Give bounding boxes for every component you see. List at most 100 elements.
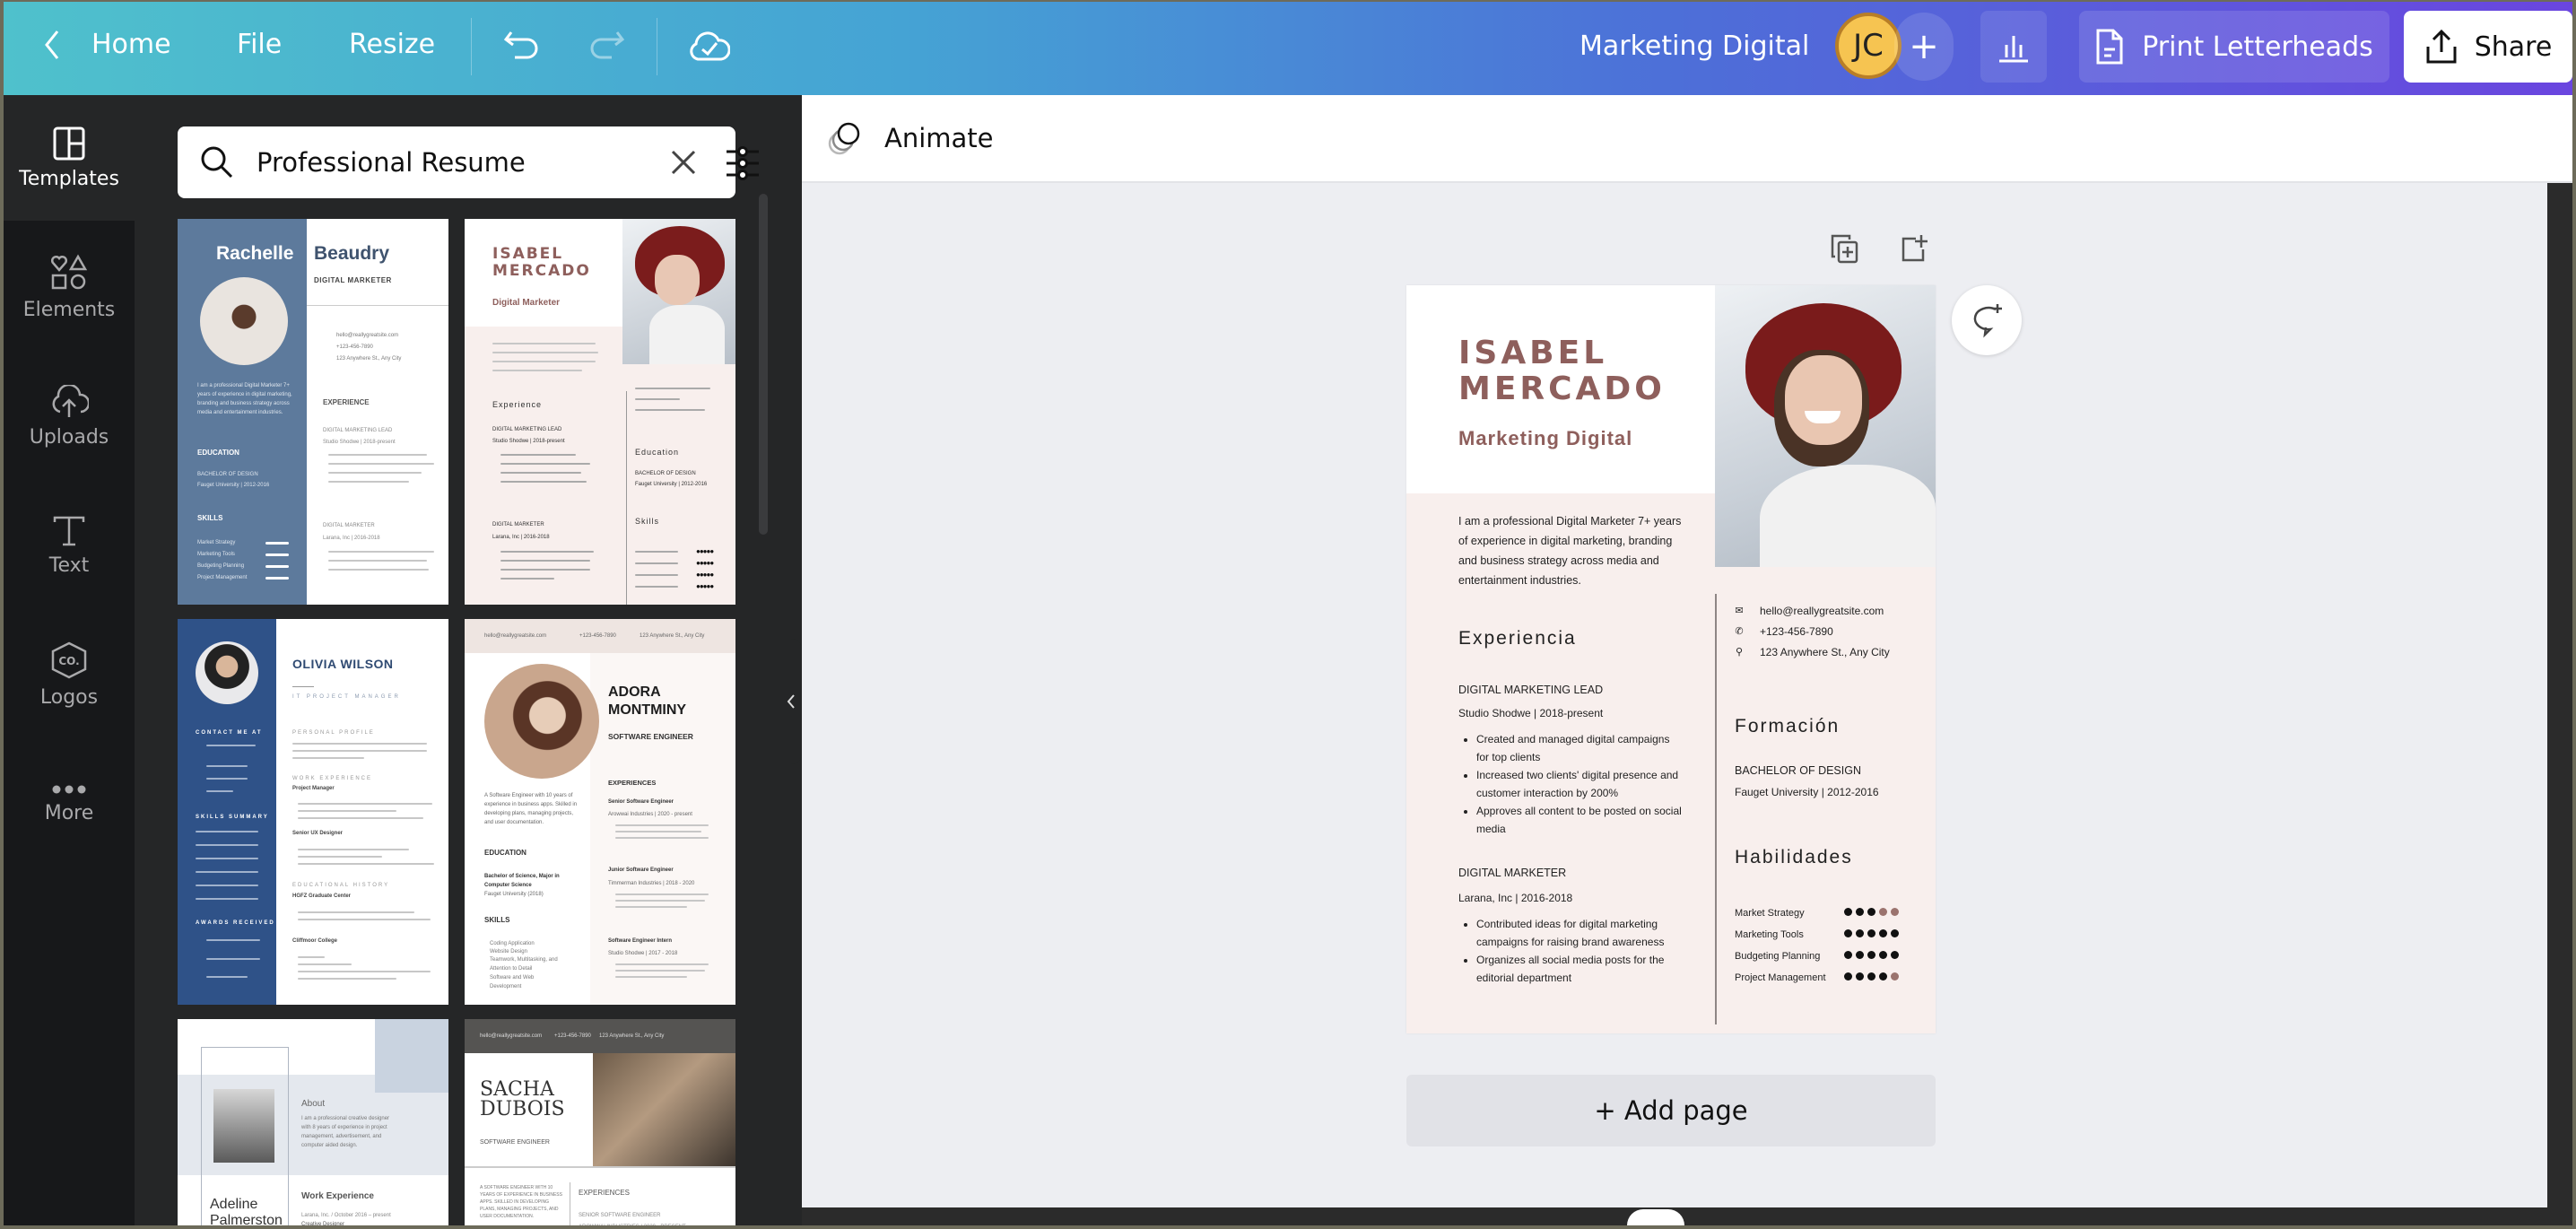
sidebar-label: Templates (19, 167, 119, 190)
add-page-icon[interactable] (1900, 233, 1930, 264)
text-icon (53, 516, 85, 545)
template-photo (484, 664, 599, 779)
rating-dot (1867, 929, 1875, 937)
sidebar-item-text[interactable]: Text (4, 483, 135, 608)
rating-dot (1891, 908, 1899, 916)
skill-rating (1844, 908, 1899, 916)
resume-role[interactable]: Marketing Digital (1458, 427, 1632, 450)
template-photo (622, 219, 735, 364)
resume-page[interactable]: ISABEL MERCADO Marketing Digital I am a … (1406, 285, 1936, 1033)
experience-heading[interactable]: Experiencia (1458, 628, 1577, 649)
rating-dot (1867, 972, 1875, 981)
skill-row: Market Strategy (1735, 902, 1923, 924)
degree[interactable]: BACHELOR OF DESIGN (1735, 764, 1861, 777)
templates-panel: Rachelle Beaudry DIGITAL MARKETER hello@… (135, 95, 780, 1225)
job-title[interactable]: DIGITAL MARKETER (1458, 867, 1566, 879)
comment-plus-icon (1973, 304, 2002, 338)
sidebar-label: Uploads (29, 425, 109, 449)
back-button[interactable] (43, 29, 61, 61)
resume-bio[interactable]: I am a professional Digital Marketer 7+ … (1458, 511, 1683, 590)
rating-dot (1844, 951, 1852, 959)
envelope-icon: ✉ (1735, 606, 1744, 616)
sidebar-item-elements[interactable]: Elements (4, 224, 135, 350)
share-label: Share (2474, 31, 2553, 63)
rating-dot (1879, 951, 1887, 959)
template-card[interactable]: hello@reallygreatsite.com +123-456-7890 … (465, 619, 735, 1005)
add-collaborator-button[interactable]: + (1894, 13, 1954, 81)
column-divider (1715, 594, 1717, 1024)
template-photo (196, 641, 258, 704)
clear-search-icon[interactable] (669, 148, 698, 177)
contact-info[interactable]: ✉ hello@reallygreatsite.com ✆ +123-456-789… (1735, 601, 1890, 663)
rating-dot (1856, 929, 1864, 937)
template-photo (200, 277, 288, 365)
collapse-panel-button[interactable] (780, 639, 802, 764)
redo-button[interactable] (587, 27, 626, 66)
sidebar-label: Text (48, 553, 90, 577)
job-title[interactable]: DIGITAL MARKETING LEAD (1458, 684, 1603, 696)
insights-button[interactable] (1980, 11, 2047, 83)
template-card[interactable]: OLIVIA WILSON IT PROJECT MANAGER CONTACT… (178, 619, 448, 1005)
duplicate-page-icon[interactable] (1830, 233, 1860, 264)
add-page-button[interactable]: + Add page (1406, 1075, 1936, 1146)
template-card[interactable]: Rachelle Beaudry DIGITAL MARKETER hello@… (178, 219, 448, 605)
template-card[interactable]: hello@reallygreatsite.com +123-456-7890 … (465, 1019, 735, 1225)
rating-dot (1879, 908, 1887, 916)
share-button[interactable]: Share (2404, 11, 2572, 83)
rating-dot (1891, 929, 1899, 937)
skills-heading[interactable]: Habilidades (1735, 847, 1853, 868)
contact-email: ✉ hello@reallygreatsite.com (1735, 601, 1890, 622)
skills-list[interactable]: Market Strategy Marketing Tools Budgeting … (1735, 902, 1923, 989)
print-letterheads-button[interactable]: Print Letterheads (2079, 11, 2389, 83)
share-upload-icon (2426, 29, 2457, 64)
sidebar-item-more[interactable]: More (4, 741, 135, 867)
job-company[interactable]: Larana, Inc | 2016-2018 (1458, 892, 1572, 904)
template-first-name: Rachelle (216, 243, 294, 264)
rating-dot (1856, 972, 1864, 981)
svg-text:CO.: CO. (58, 655, 79, 667)
add-comment-button[interactable] (1952, 285, 2022, 355)
undo-icon (503, 31, 538, 59)
location-pin-icon: ⚲ (1735, 647, 1744, 658)
upload-cloud-icon (52, 384, 89, 417)
template-card[interactable]: ISABEL MERCADO Digital Marketer Experien… (465, 219, 735, 605)
job-bullets[interactable]: Created and managed digital campaigns fo… (1458, 730, 1683, 838)
animate-button[interactable]: Animate (825, 118, 994, 158)
divider (471, 18, 472, 75)
user-avatar[interactable]: JC (1835, 13, 1902, 79)
resume-name[interactable]: ISABEL MERCADO (1458, 336, 1666, 407)
rating-dot (1856, 951, 1864, 959)
undo-button[interactable] (502, 27, 542, 66)
resize-button[interactable]: Resize (349, 29, 435, 60)
bullet-item: Created and managed digital campaigns fo… (1476, 730, 1683, 766)
chevron-left-icon (787, 694, 795, 709)
bullet-item: Increased two clients' digital presence … (1476, 766, 1683, 802)
panel-scrollbar[interactable] (759, 194, 768, 535)
job-company[interactable]: Studio Shodwe | 2018-present (1458, 707, 1603, 719)
education-heading[interactable]: Formación (1735, 716, 1840, 737)
animate-icon (828, 122, 860, 155)
elements-icon (51, 253, 88, 289)
template-card[interactable]: Adeline Palmerston About I am a professio… (178, 1019, 448, 1225)
sidebar-label: More (44, 801, 94, 824)
sidebar-item-uploads[interactable]: Uploads (4, 353, 135, 479)
document-title[interactable]: Marketing Digital (1580, 31, 1809, 62)
home-button[interactable]: Home (91, 29, 171, 60)
file-menu[interactable]: File (237, 29, 282, 60)
filter-settings-icon[interactable] (725, 146, 761, 180)
school[interactable]: Fauget University | 2012-2016 (1735, 786, 1879, 798)
skill-rating (1844, 929, 1899, 937)
side-nav: Templates Elements Uploads Text CO. Logo… (4, 95, 135, 1225)
search-input[interactable] (257, 143, 615, 182)
context-toolbar: Animate (802, 95, 2572, 183)
profile-photo[interactable] (1715, 285, 1936, 567)
notes-panel-handle[interactable] (1627, 1209, 1684, 1225)
canvas-scrollbar[interactable] (2547, 183, 2572, 1207)
skill-row: Budgeting Planning (1735, 946, 1923, 967)
bullet-item: Organizes all social media posts for the… (1476, 951, 1683, 987)
job-bullets[interactable]: Contributed ideas for digital marketing … (1458, 915, 1683, 987)
sidebar-item-logos[interactable]: CO. Logos (4, 612, 135, 737)
save-status-button[interactable] (687, 25, 730, 66)
sidebar-item-templates[interactable]: Templates (4, 95, 135, 221)
top-bar: Home File Resize Marketing Digital JC + … (4, 2, 2572, 95)
